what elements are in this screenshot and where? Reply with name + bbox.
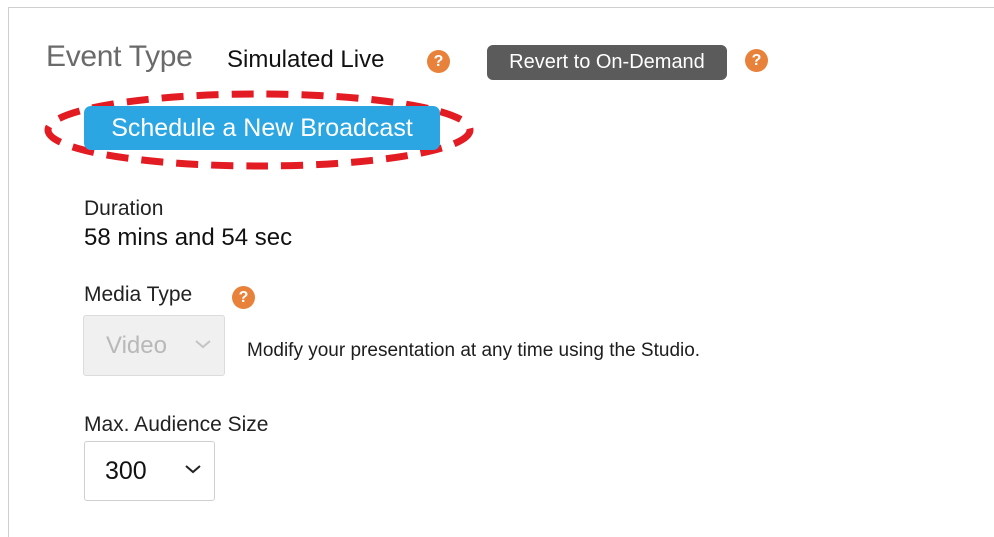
chevron-down-icon	[195, 340, 211, 349]
duration-value: 58 mins and 54 sec	[84, 224, 293, 251]
media-type-help-icon[interactable]: ?	[232, 286, 255, 309]
media-type-select: Video	[83, 315, 225, 376]
revert-to-on-demand-button[interactable]: Revert to On-Demand	[487, 45, 727, 80]
audience-size-label: Max. Audience Size	[84, 413, 269, 436]
audience-size-select[interactable]: 300	[84, 441, 215, 501]
media-type-selected-value: Video	[106, 332, 167, 359]
audience-size-selected-value: 300	[105, 457, 147, 485]
event-type-value: Simulated Live	[227, 46, 385, 73]
event-type-label: Event Type	[46, 40, 193, 73]
schedule-new-broadcast-button[interactable]: Schedule a New Broadcast	[84, 106, 440, 150]
chevron-down-icon	[185, 465, 201, 474]
media-type-label: Media Type	[84, 283, 193, 306]
revert-help-icon[interactable]: ?	[745, 49, 768, 72]
event-type-help-icon[interactable]: ?	[427, 50, 450, 73]
media-type-hint: Modify your presentation at any time usi…	[247, 340, 701, 361]
duration-label: Duration	[84, 197, 164, 220]
